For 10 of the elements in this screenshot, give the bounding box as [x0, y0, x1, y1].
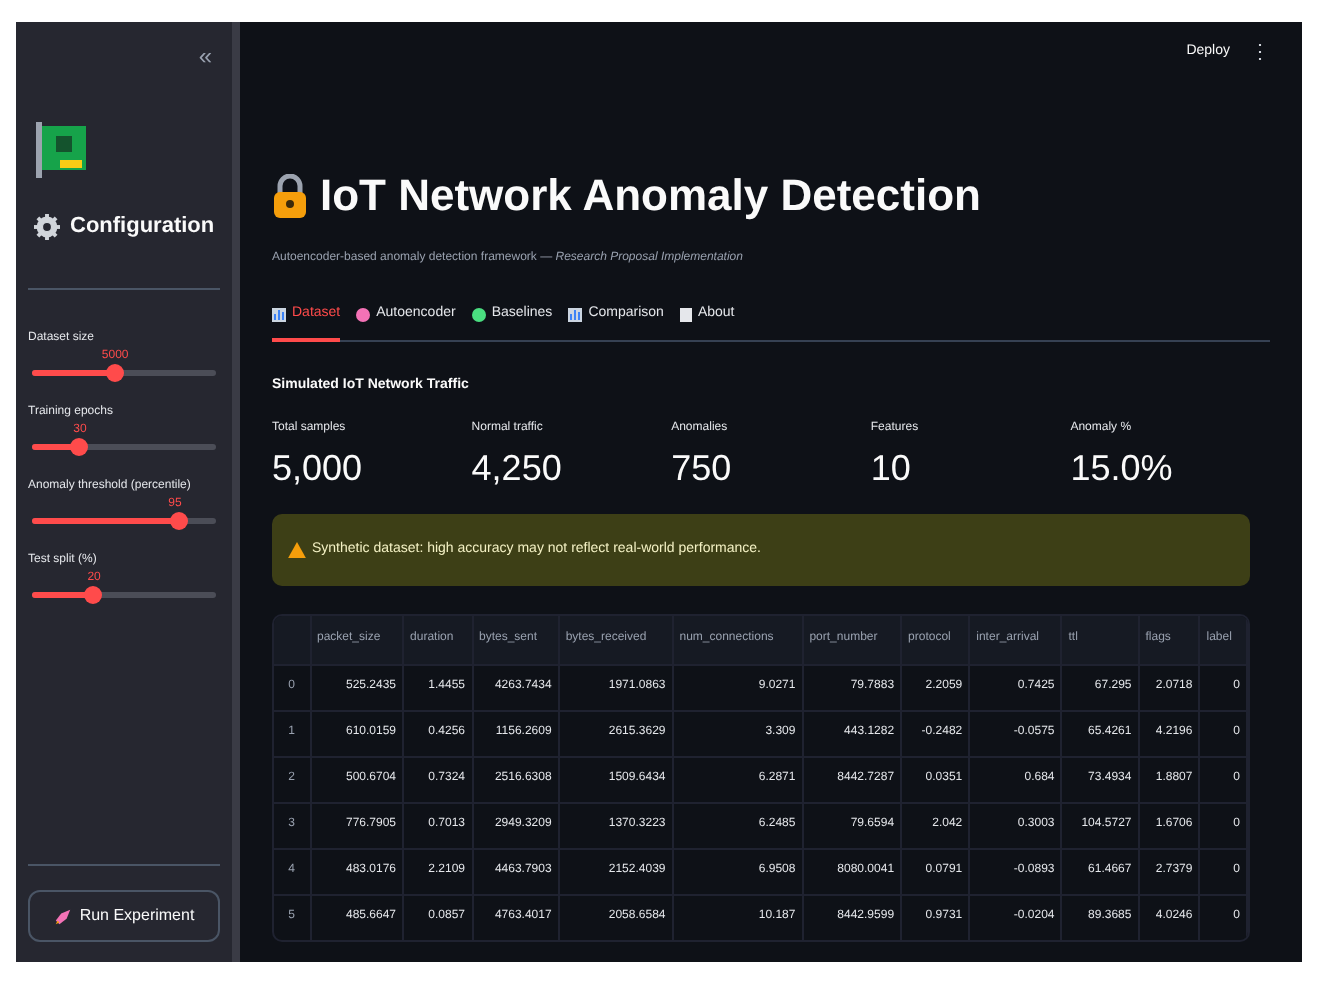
run-experiment-button[interactable]: Run Experiment: [28, 890, 220, 942]
menu-button[interactable]: ⋮: [1250, 37, 1270, 67]
metric-value: 5,000: [272, 450, 363, 486]
collapse-button[interactable]: «: [198, 38, 220, 74]
metric-value: 10: [870, 450, 911, 486]
sidebar-title: Configuration: [70, 212, 215, 242]
metric-value: 750: [671, 450, 732, 486]
metric-value: 15.0%: [1070, 450, 1173, 486]
page-title: IoT Network Anomaly Detection: [320, 168, 981, 224]
metric-value: 4,250: [471, 450, 562, 486]
